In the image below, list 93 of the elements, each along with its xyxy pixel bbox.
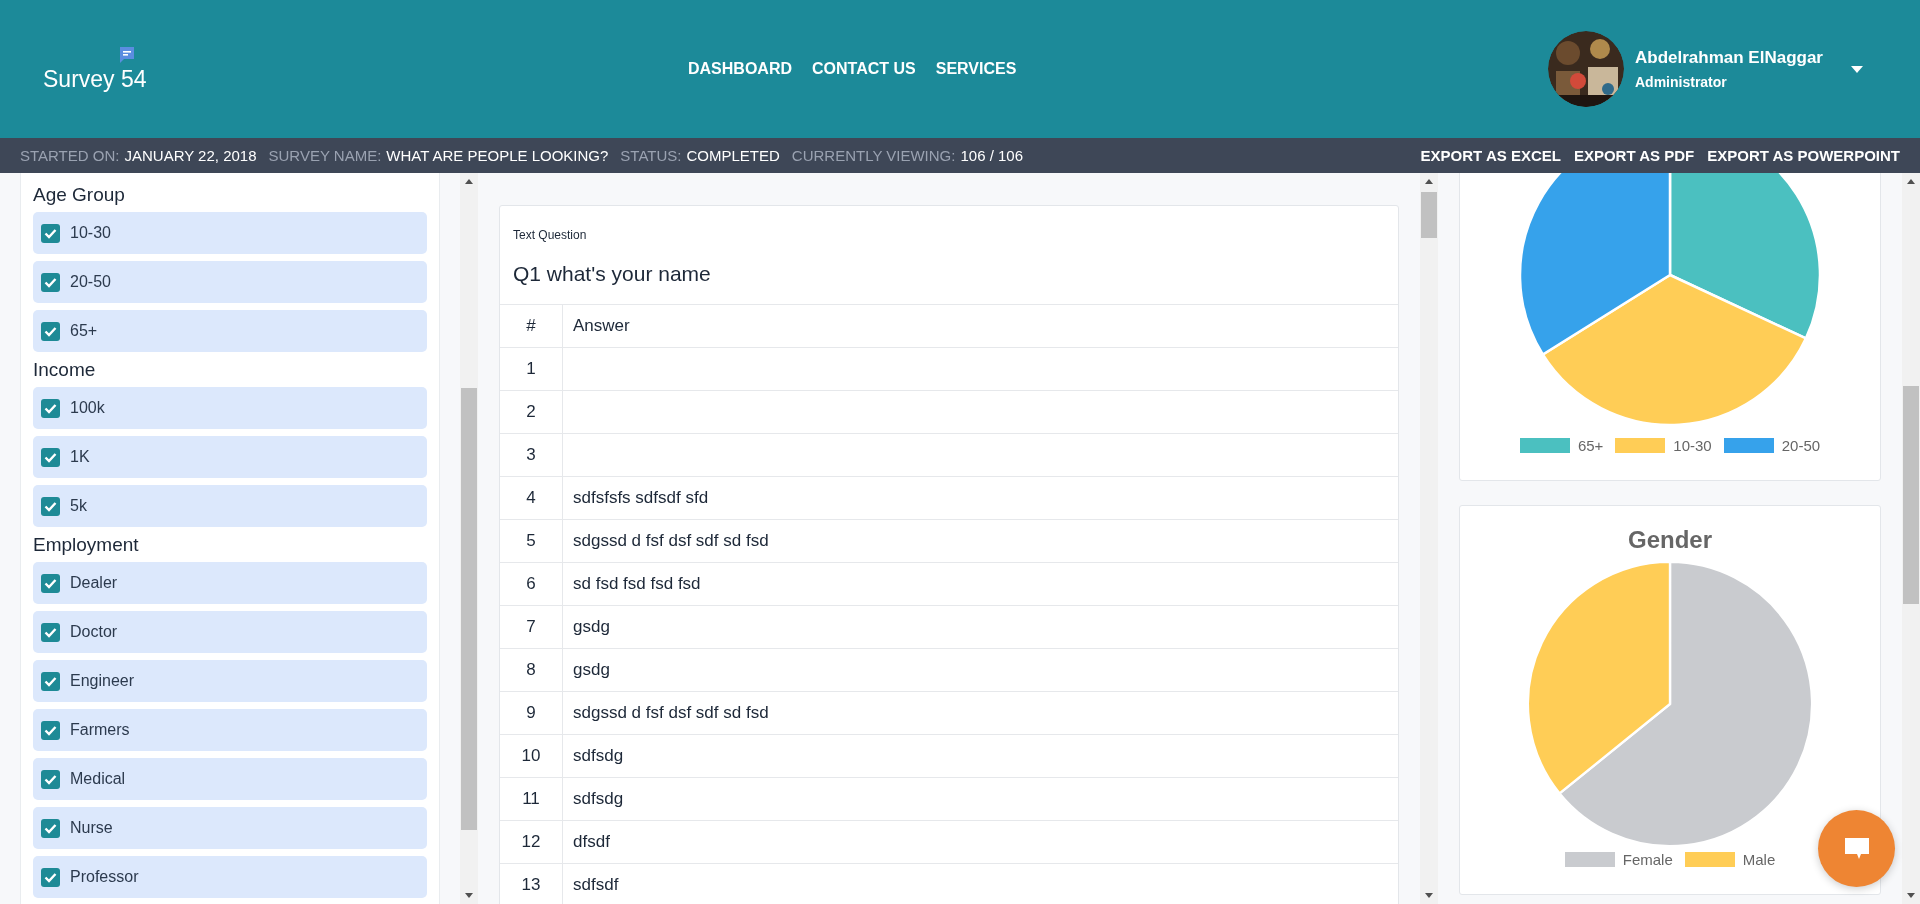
status-label: STATUS: xyxy=(620,147,682,164)
row-number: 5 xyxy=(500,519,563,563)
filter-option[interactable]: Doctor xyxy=(33,611,427,653)
status-value: JANUARY 22, 2018 xyxy=(124,147,257,164)
logo-text[interactable]: Survey 54 xyxy=(43,65,147,93)
user-name: Abdelrahman ElNaggar xyxy=(1635,48,1823,68)
checkbox[interactable] xyxy=(41,447,60,467)
answer-text: sdfsfsfs sdfsdf sfd xyxy=(573,488,709,507)
scrollbar[interactable] xyxy=(460,173,478,904)
checkbox[interactable] xyxy=(41,867,60,887)
nav-link[interactable]: SERVICES xyxy=(935,60,1017,78)
row-number: 1 xyxy=(500,347,563,391)
scroll-up-icon[interactable] xyxy=(1907,179,1915,184)
scrollbar-thumb[interactable] xyxy=(1903,386,1919,604)
export-link[interactable]: EXPORT AS POWERPOINT xyxy=(1707,147,1900,164)
filter-option[interactable]: Medical xyxy=(33,758,427,800)
scrollbar[interactable] xyxy=(1902,173,1920,904)
user-role: Administrator xyxy=(1635,74,1728,90)
filter-option[interactable]: Farmers xyxy=(33,709,427,751)
filter-option[interactable]: Nurse xyxy=(33,807,427,849)
answer-text: sdfsdf xyxy=(573,875,619,894)
answer-text: sdgssd d fsf dsf sdf sd fsd xyxy=(573,703,769,722)
question-title: Q1 what's your name xyxy=(513,262,712,286)
scrollbar-thumb[interactable] xyxy=(1421,192,1437,238)
filter-heading: Income xyxy=(33,359,97,381)
filter-option[interactable]: 20-50 xyxy=(33,261,427,303)
status-label: STARTED ON: xyxy=(20,147,120,164)
checkbox[interactable] xyxy=(41,671,60,691)
filter-option[interactable]: Dealer xyxy=(33,562,427,604)
scroll-down-icon[interactable] xyxy=(465,893,473,898)
status-label: SURVEY NAME: xyxy=(268,147,382,164)
chat-bubble-icon xyxy=(119,45,135,64)
checkbox[interactable] xyxy=(41,321,60,341)
filter-option[interactable]: 65+ xyxy=(33,310,427,352)
answer-text: sd fsd fsd fsd fsd xyxy=(573,574,701,593)
answer-text: sdfsdg xyxy=(573,789,624,808)
scroll-up-icon[interactable] xyxy=(1425,179,1433,184)
checkbox[interactable] xyxy=(41,720,60,740)
nav-link[interactable]: DASHBOARD xyxy=(688,60,792,78)
filter-option[interactable]: 10-30 xyxy=(33,212,427,254)
checkbox[interactable] xyxy=(41,272,60,292)
row-number: 8 xyxy=(500,648,563,692)
nav-link[interactable]: CONTACT US xyxy=(812,60,916,78)
export-link[interactable]: EXPORT AS EXCEL xyxy=(1420,147,1561,164)
row-number: 7 xyxy=(500,605,563,649)
status-value: COMPLETED xyxy=(686,147,780,164)
answer-text: sdfsdg xyxy=(573,746,624,765)
answer-text: gsdg xyxy=(573,660,610,679)
legend-label: 20-50 xyxy=(1781,437,1821,454)
checkbox[interactable] xyxy=(41,223,60,243)
question-type: Text Question xyxy=(513,228,588,242)
legend-label: 10-30 xyxy=(1673,437,1712,454)
checkbox[interactable] xyxy=(41,573,60,593)
row-number: 2 xyxy=(500,390,563,434)
checkbox[interactable] xyxy=(41,496,60,516)
legend-label: Female xyxy=(1622,851,1673,868)
row-number: 13 xyxy=(500,863,563,904)
scroll-up-icon[interactable] xyxy=(465,179,473,184)
column-header: # xyxy=(500,304,563,348)
answer-text: dfsdf xyxy=(573,832,610,851)
filter-option[interactable]: Engineer xyxy=(33,660,427,702)
caret-icon[interactable] xyxy=(1851,65,1863,73)
filter-option[interactable]: Professor xyxy=(33,856,427,898)
scroll-down-icon[interactable] xyxy=(1907,893,1915,898)
scrollbar[interactable] xyxy=(1420,173,1438,904)
checkbox[interactable] xyxy=(41,398,60,418)
filter-option[interactable]: 5k xyxy=(33,485,427,527)
scrollbar-thumb[interactable] xyxy=(461,388,477,830)
filter-heading: Age Group xyxy=(33,184,126,206)
row-number: 6 xyxy=(500,562,563,606)
chart-title: Gender xyxy=(1628,526,1712,554)
row-number: 12 xyxy=(500,820,563,864)
column-header: Answer xyxy=(562,304,1398,348)
row-number: 10 xyxy=(500,734,563,778)
status-value: 106 / 106 xyxy=(960,147,1024,164)
answer-text: gsdg xyxy=(573,617,610,636)
checkbox[interactable] xyxy=(41,769,60,789)
row-number: 9 xyxy=(500,691,563,735)
legend-label: Male xyxy=(1742,851,1776,868)
legend-label: 65+ xyxy=(1577,437,1604,454)
filter-option[interactable]: 1K xyxy=(33,436,427,478)
status-label: CURRENTLY VIEWING: xyxy=(791,147,956,164)
scroll-down-icon[interactable] xyxy=(1425,893,1433,898)
checkbox[interactable] xyxy=(41,622,60,642)
row-number: 4 xyxy=(500,476,563,520)
row-number: 11 xyxy=(500,777,563,821)
answer-text: sdgssd d fsf dsf sdf sd fsd xyxy=(573,531,769,550)
checkbox[interactable] xyxy=(41,818,60,838)
row-number: 3 xyxy=(500,433,563,477)
filter-heading: Employment xyxy=(33,534,140,556)
status-value: WHAT ARE PEOPLE LOOKING? xyxy=(386,147,609,164)
filter-option[interactable]: 100k xyxy=(33,387,427,429)
export-link[interactable]: EXPORT AS PDF xyxy=(1573,147,1695,164)
